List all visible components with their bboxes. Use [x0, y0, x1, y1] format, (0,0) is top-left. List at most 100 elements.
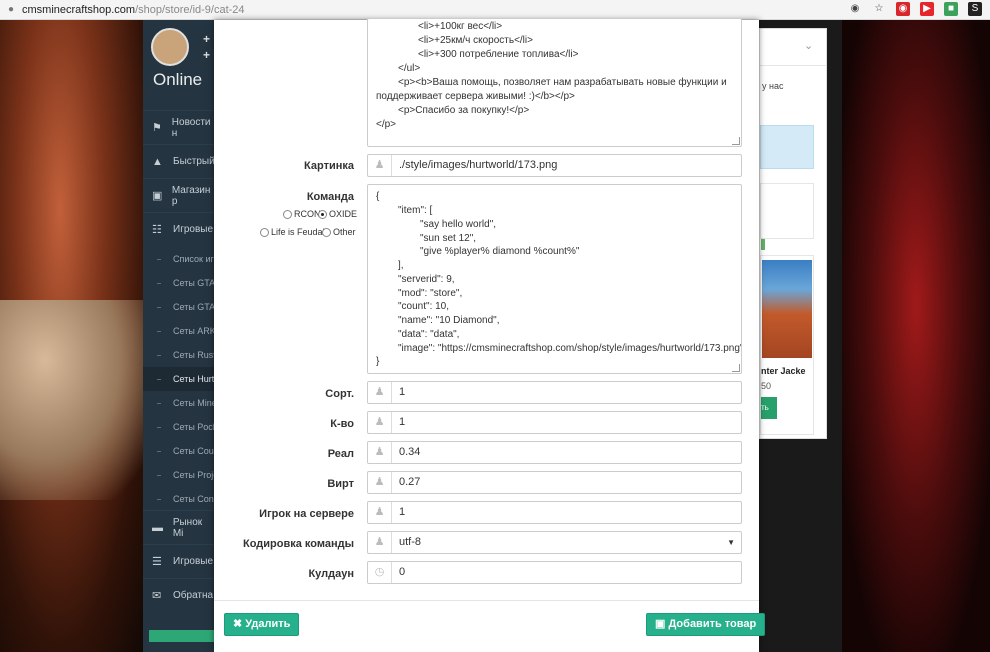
virt-price-field[interactable]: ♟ 0.27: [367, 471, 742, 494]
command-line: "data": "data",: [398, 329, 460, 340]
sidebar-item-label: Игровые: [173, 556, 214, 567]
encoding-select[interactable]: ♟ utf-8 ▼: [367, 531, 742, 554]
caret-down-icon: ▼: [727, 538, 735, 547]
url-domain: cmsminecraftshop.com: [22, 3, 136, 16]
add-product-button[interactable]: ▣ Добавить товар: [646, 613, 766, 636]
sidebar-item-label: Игровые: [173, 224, 214, 235]
sidebar-item-label: Магазин р: [171, 184, 211, 207]
delete-button[interactable]: ✖ Удалить: [224, 613, 300, 636]
chevron-down-icon[interactable]: ⌄: [804, 39, 813, 52]
command-line: "image": "https://cmsminecraftshop.com/s…: [398, 343, 742, 354]
description-line: <p>Спасибо за покупку!</p>: [398, 105, 530, 116]
plus-icon[interactable]: +: [203, 48, 210, 62]
product-name: nter Jacke: [761, 366, 806, 376]
url-path: /shop/store/id-9/cat-24: [135, 3, 245, 16]
sidebar-item-quick[interactable]: ▲ Быстрый: [143, 144, 215, 178]
command-line: "serverid": 9,: [398, 274, 455, 285]
radio-oxide[interactable]: OXIDE: [318, 209, 357, 219]
sidebar-item-label: Быстрый: [173, 156, 215, 167]
sidebar-subitem[interactable]: Сеты GTA: [143, 295, 215, 319]
sidebar-item-market[interactable]: ▬ Рынок Mi: [143, 510, 215, 544]
command-line: "sun set 12",: [420, 233, 477, 244]
description-line: <li>+100кг вес</li>: [418, 21, 503, 32]
image-field[interactable]: ♟ ./style/images/hurtworld/173.png: [367, 154, 742, 177]
sidebar-subitem[interactable]: Список игр: [143, 247, 215, 271]
page-content-panel: ⌄ у нас nter Jacke 50 ть: [759, 28, 827, 439]
user-icon: ♟: [368, 442, 392, 463]
background-image-right: [842, 20, 990, 652]
buy-button[interactable]: ть: [761, 397, 777, 419]
radio-button[interactable]: [283, 209, 292, 219]
sidebar-item-game[interactable]: ☷ Игровые: [143, 212, 215, 246]
sidebar-subitem[interactable]: Сеты GTA: [143, 271, 215, 295]
command-line: "name": "10 Diamond",: [398, 315, 500, 326]
radio-life-is-feudal[interactable]: Life is Feudal: [260, 227, 325, 237]
user-icon: ♟: [368, 155, 392, 176]
flask-icon: ▲: [152, 155, 163, 168]
sidebar-item-label: Обратна: [173, 590, 214, 601]
description-line: </p>: [376, 119, 397, 130]
sidebar-subitem[interactable]: Сеты Mine: [143, 391, 215, 415]
resize-handle[interactable]: [732, 137, 740, 145]
info-alert: [760, 125, 814, 250]
cooldown-field[interactable]: ◷ 0: [367, 561, 742, 584]
info-box: [760, 183, 814, 239]
description-line: <li>+25км/ч скорость</li>: [418, 35, 533, 46]
radio-button[interactable]: [322, 227, 331, 237]
clock-icon: ◷: [368, 562, 392, 583]
qty-label: К-во: [330, 418, 354, 430]
resize-handle[interactable]: [732, 364, 740, 372]
sidebar-subitem[interactable]: Сеты ARK: [143, 319, 215, 343]
avatar[interactable]: [151, 28, 189, 66]
modal-footer: ✖ Удалить ▣ Добавить товар: [214, 600, 766, 652]
image-value: ./style/images/hurtworld/173.png: [399, 159, 558, 171]
real-price-field[interactable]: ♟ 0.34: [367, 441, 742, 464]
player-on-server-label: Игрок на сервере: [259, 508, 354, 520]
user-icon: ♟: [368, 532, 392, 553]
sidebar-subitem[interactable]: Сеты Cona: [143, 487, 215, 511]
extension-icon[interactable]: ◉: [896, 2, 910, 16]
server-icon: ☰: [152, 556, 162, 568]
virt-price-label: Вирт: [327, 478, 354, 490]
sidebar-subitem[interactable]: Сеты Coun: [143, 439, 215, 463]
mail-icon: ✉: [152, 590, 162, 602]
radio-rcon[interactable]: RCON: [283, 209, 321, 219]
extension-s-icon[interactable]: S: [968, 2, 982, 16]
command-line: "count": 10,: [398, 301, 450, 312]
star-icon[interactable]: ☆: [872, 2, 886, 16]
sidebar-item-servers[interactable]: ☰ Игровые: [143, 544, 215, 578]
extension-icon[interactable]: ■: [944, 2, 958, 16]
product-card[interactable]: nter Jacke 50 ть: [760, 255, 814, 435]
plus-icon[interactable]: +: [203, 32, 210, 46]
product-image: [762, 260, 812, 358]
command-textarea[interactable]: { "item": [ "say hello world", "sun set …: [367, 184, 742, 374]
close-icon: ✖: [233, 618, 246, 630]
online-status: Online: [153, 70, 203, 89]
sidebar-item-shop[interactable]: ▣ Магазин р: [143, 178, 215, 212]
command-line: }: [376, 356, 380, 367]
edit-product-modal: <li>+100кг вес</li> <li>+25км/ч скорость…: [214, 18, 766, 652]
sidebar-subitem[interactable]: Сеты Proje: [143, 463, 215, 487]
description-textarea[interactable]: <li>+100кг вес</li> <li>+25км/ч скорость…: [367, 18, 742, 147]
browser-address-bar[interactable]: ● cmsminecraftshop.com/shop/store/id-9/c…: [0, 0, 990, 20]
sidebar-item-feedback[interactable]: ✉ Обратна: [143, 578, 215, 612]
sidebar-subitem[interactable]: Сеты Rust: [143, 343, 215, 367]
command-line: ],: [398, 260, 404, 271]
sidebar-item-news[interactable]: ⚑ Новости н: [143, 110, 215, 144]
cart-icon: ☷: [152, 224, 162, 236]
player-on-server-field[interactable]: ♟ 1: [367, 501, 742, 524]
sidebar-subitem[interactable]: Сеты Pock: [143, 415, 215, 439]
sort-field[interactable]: ♟ 1: [367, 381, 742, 404]
translate-icon[interactable]: ◉: [848, 2, 862, 16]
sidebar-green-button[interactable]: [149, 630, 215, 642]
radio-other[interactable]: Other: [322, 227, 356, 237]
sidebar-item-label: Новости н: [171, 116, 211, 139]
sidebar-subitem-active[interactable]: Сеты Hurtw: [143, 367, 215, 391]
sort-label: Сорт.: [325, 388, 354, 400]
user-icon: ♟: [368, 412, 392, 433]
qty-field[interactable]: ♟ 1: [367, 411, 742, 434]
real-price-label: Реал: [327, 448, 354, 460]
radio-button[interactable]: [260, 227, 269, 237]
youtube-icon[interactable]: ▶: [920, 2, 934, 16]
radio-button-checked[interactable]: [318, 209, 327, 219]
